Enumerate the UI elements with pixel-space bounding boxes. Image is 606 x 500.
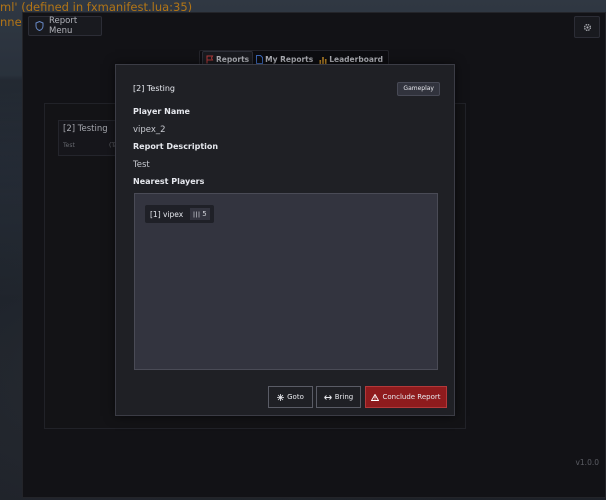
distance-icon: [193, 211, 200, 218]
bring-button[interactable]: Bring: [316, 386, 361, 408]
report-description-label: Report Description: [133, 142, 219, 151]
player-name-label: Player Name: [133, 107, 190, 116]
conclude-label: Conclude Report: [382, 393, 441, 401]
modal-title: [2] Testing: [133, 84, 175, 93]
crosshair-icon: [277, 393, 285, 401]
bring-label: Bring: [334, 393, 354, 401]
player-distance-badge: 5: [190, 208, 210, 220]
player-name-value: vipex_2: [133, 125, 166, 135]
goto-label: Goto: [287, 393, 304, 401]
conclude-report-button[interactable]: Conclude Report: [365, 386, 447, 408]
warning-icon: [371, 393, 380, 401]
report-description-value: Test: [133, 160, 150, 170]
player-chip[interactable]: [1] vipex 5: [145, 205, 214, 223]
category-badge: Gameplay: [397, 82, 440, 96]
nearest-players-label: Nearest Players: [133, 177, 205, 186]
nearest-players-list: [1] vipex 5: [134, 193, 438, 370]
player-distance: 5: [202, 210, 207, 218]
player-chip-name: [1] vipex: [150, 209, 184, 219]
arrows-icon: [323, 394, 332, 401]
goto-button[interactable]: Goto: [268, 386, 313, 408]
report-detail-modal: [2] Testing Gameplay Player Name vipex_2…: [115, 64, 455, 416]
